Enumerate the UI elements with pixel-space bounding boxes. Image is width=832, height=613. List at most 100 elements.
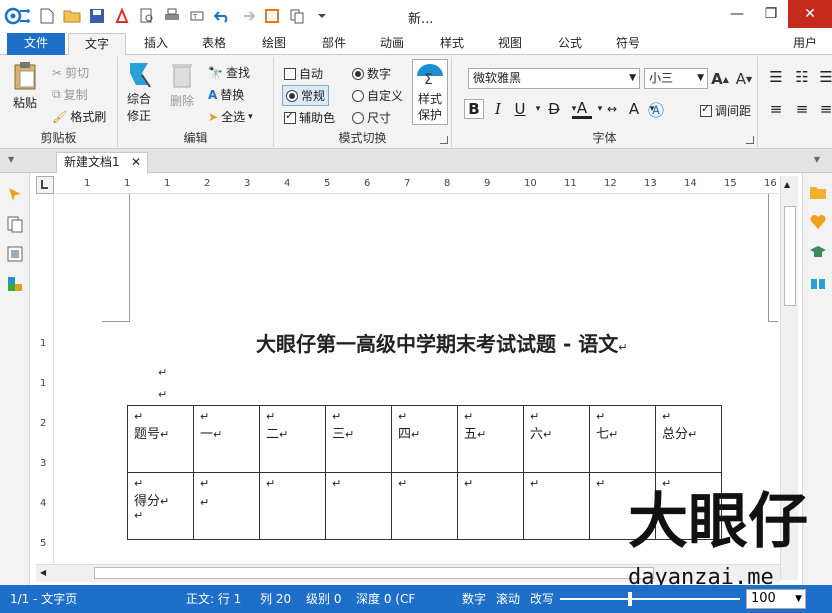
find-button[interactable]: 🔭 查找 — [208, 64, 250, 81]
size-radio[interactable]: 尺寸 — [352, 109, 391, 126]
horizontal-ruler[interactable]: 1 1 1 2 3 4 5 6 7 8 9 10 11 12 13 14 15 16 — [56, 176, 778, 194]
zoom-input[interactable]: 100 ▼ — [746, 589, 806, 609]
print-icon[interactable] — [161, 5, 183, 27]
format-painter-button[interactable]: 🖌 格式刷 — [52, 108, 106, 125]
bullet-list-icon[interactable]: ☰ — [766, 67, 786, 87]
table-cell[interactable]: ↵ 题号↵ — [127, 405, 194, 473]
circle-char-icon[interactable]: Ⓐ — [646, 99, 666, 120]
zoom-slider-handle[interactable] — [628, 592, 632, 606]
open-folder-icon[interactable] — [61, 5, 83, 27]
font-dialog-launcher-icon[interactable] — [746, 136, 754, 144]
status-number[interactable]: 数字 — [462, 590, 486, 607]
align-left-icon[interactable]: ≡ — [766, 99, 786, 119]
align-right-icon[interactable]: ≡ — [816, 99, 832, 119]
table-cell[interactable]: ↵ 七↵ — [589, 405, 656, 473]
custom-radio[interactable]: 自定义 — [352, 87, 403, 104]
status-scroll[interactable]: 滚动 — [496, 590, 520, 607]
font-family-select[interactable]: 微软雅黑 ▼ — [468, 68, 640, 89]
table-cell[interactable]: ↵ 五↵ — [457, 405, 524, 473]
font-size-select[interactable]: 小三 ▼ — [644, 68, 708, 89]
mode-dialog-launcher-icon[interactable] — [440, 136, 448, 144]
ruler-corner[interactable] — [36, 176, 54, 194]
tab-menu-arrow-icon[interactable]: ▼ — [8, 155, 14, 164]
zoom-slider[interactable] — [560, 592, 740, 606]
table-cell[interactable]: ↵ — [391, 472, 458, 540]
maximize-icon[interactable]: ❐ — [754, 0, 788, 28]
tab-9[interactable]: 公式 — [542, 33, 598, 55]
status-position[interactable]: 正文: 行 1 — [186, 590, 241, 607]
vertical-scroll-thumb[interactable] — [784, 206, 796, 306]
organize-icon[interactable] — [6, 275, 24, 293]
replace-button[interactable]: A 替换 — [208, 86, 244, 103]
vertical-ruler[interactable]: 1 1 2 3 4 5 — [36, 194, 54, 564]
tab-scroll-arrow-icon[interactable]: ▼ — [814, 155, 820, 164]
tab-6[interactable]: 动画 — [364, 33, 420, 55]
page-layout-icon[interactable] — [6, 245, 24, 263]
table-cell[interactable]: ↵ 一↵ — [193, 405, 260, 473]
strikethrough-icon[interactable]: D — [544, 99, 564, 119]
graduation-cap-icon[interactable] — [809, 243, 827, 261]
table-cell[interactable]: ↵ — [325, 472, 392, 540]
table-cell[interactable]: ↵ 四↵ — [391, 405, 458, 473]
table-cell[interactable]: ↵ 总分↵ — [655, 405, 722, 473]
tab-0[interactable]: 文件 — [7, 33, 65, 55]
customize-toolbar-icon[interactable] — [311, 5, 333, 27]
style-protect-button[interactable]: Σ 样式 保护 — [412, 59, 448, 125]
pointer-tool-icon[interactable] — [6, 185, 24, 203]
table-cell[interactable]: ↵ — [259, 472, 326, 540]
pdf-icon[interactable] — [111, 5, 133, 27]
shrink-font-icon[interactable]: A ▼ — [734, 69, 754, 89]
paste-button[interactable]: 粘贴 — [12, 61, 38, 111]
tab-1[interactable]: 文字 — [68, 33, 126, 56]
aux-color-checkbox[interactable]: 辅助色 — [284, 109, 335, 126]
tab-10[interactable]: 符号 — [600, 33, 656, 55]
save-icon[interactable] — [86, 5, 108, 27]
pages-icon[interactable] — [6, 215, 24, 233]
scroll-left-icon[interactable]: ◀ — [40, 568, 46, 577]
status-page[interactable]: 1/1 - 文字页 — [10, 590, 77, 607]
normal-radio[interactable]: 常规 — [282, 85, 330, 106]
underline-icon[interactable]: U — [510, 99, 530, 119]
char-spacing-icon[interactable]: ↔ — [602, 99, 622, 119]
table-cell[interactable]: ↵ 二↵ — [259, 405, 326, 473]
document-tab[interactable]: 新建文档1 ✕ — [56, 152, 148, 173]
table-cell[interactable]: ↵ 三↵ — [325, 405, 392, 473]
new-document-icon[interactable] — [36, 5, 58, 27]
font-color-icon[interactable]: A — [572, 99, 592, 119]
tab-8[interactable]: 视图 — [482, 33, 538, 55]
tab-7[interactable]: 样式 — [424, 33, 480, 55]
tab-4[interactable]: 绘图 — [246, 33, 302, 55]
heart-icon[interactable] — [809, 213, 827, 231]
status-level[interactable]: 级别 0 — [306, 590, 341, 607]
fullscreen-icon[interactable] — [261, 5, 283, 27]
redo-icon[interactable] — [236, 5, 258, 27]
status-depth[interactable]: 深度 0 (CF — [356, 590, 415, 607]
scroll-up-icon[interactable]: ▲ — [784, 180, 790, 189]
table-cell[interactable]: ↵ — [523, 472, 590, 540]
select-all-button[interactable]: ➤ 全选 ▾ — [208, 108, 253, 125]
bold-icon[interactable]: B — [464, 99, 484, 119]
format-icon[interactable]: T — [186, 5, 208, 27]
delete-button[interactable]: 删除 — [170, 61, 194, 109]
revise-button[interactable]: 综合 修正 — [126, 61, 152, 123]
table-cell[interactable]: ↵ 得分↵ ↵ — [127, 472, 194, 540]
align-center-icon[interactable]: ≡ — [792, 99, 812, 119]
copy-format-icon[interactable] — [286, 5, 308, 27]
minimize-icon[interactable]: — — [720, 0, 754, 28]
close-tab-icon[interactable]: ✕ — [131, 153, 141, 172]
tab-11[interactable]: 用户 — [780, 33, 830, 55]
case-icon[interactable]: A — [624, 99, 644, 119]
table-cell[interactable]: ↵ 六↵ — [523, 405, 590, 473]
document-title[interactable]: 大眼仔第一高级中学期末考试试题 - 语文↵ — [256, 328, 627, 357]
status-overwrite[interactable]: 改写 — [530, 590, 554, 607]
tab-3[interactable]: 表格 — [186, 33, 242, 55]
folder-icon[interactable] — [809, 183, 827, 201]
copy-button[interactable]: ⧉ 复制 — [52, 86, 88, 103]
table-cell[interactable]: ↵ — [457, 472, 524, 540]
line-spacing-checkbox[interactable]: 调间距 — [700, 102, 751, 119]
table-cell[interactable]: ↵ ↵ — [193, 472, 260, 540]
status-column[interactable]: 列 20 — [260, 590, 291, 607]
gift-icon[interactable] — [809, 273, 827, 291]
undo-icon[interactable] — [211, 5, 233, 27]
tab-5[interactable]: 部件 — [306, 33, 362, 55]
